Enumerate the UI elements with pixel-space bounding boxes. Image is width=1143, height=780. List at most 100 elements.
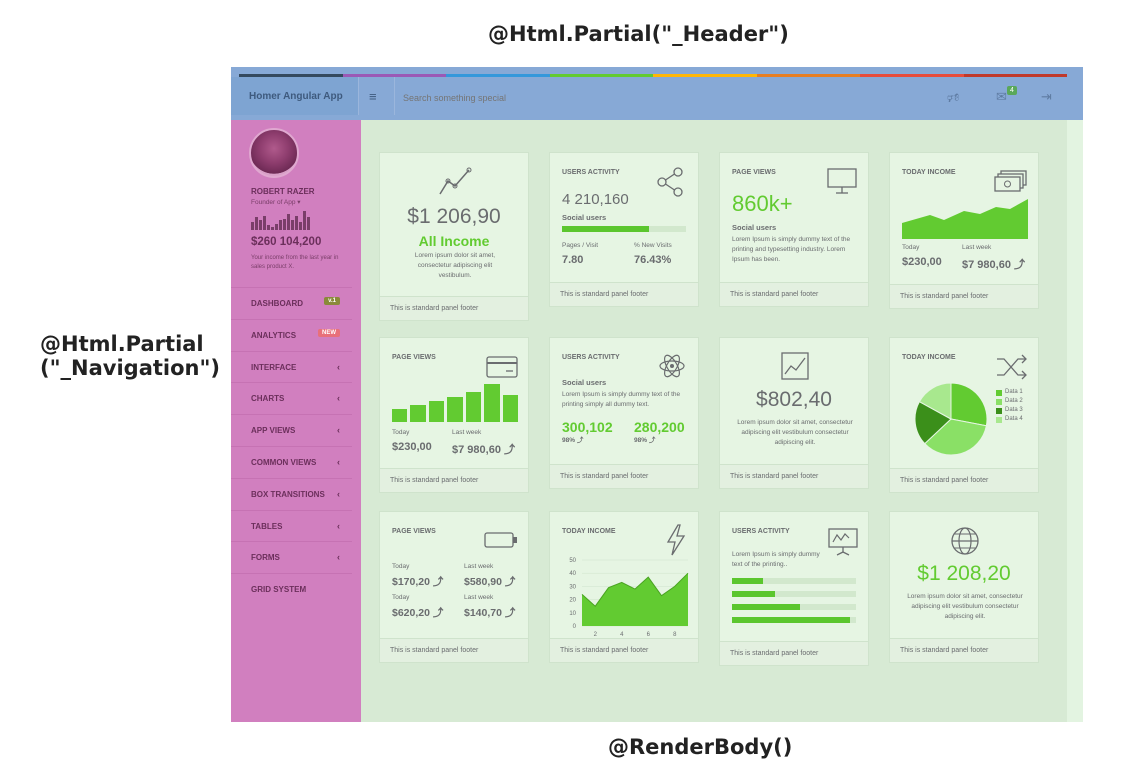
today-label: Today [392, 429, 410, 436]
panel-footer: This is standard panel footer [550, 282, 698, 306]
page-views-k2: Last week [464, 563, 494, 570]
income-text: Lorem ipsum dolor sit amet, consectetur … [414, 252, 496, 279]
sidebar-item-forms[interactable]: FORMS ‹ [231, 541, 352, 573]
sidebar-item-analytics[interactable]: ANALYTICS NEW [231, 318, 352, 351]
globe-icon [951, 527, 979, 555]
last-week-value: $7 980,60 ⤴ [452, 444, 515, 456]
sparkline-bar [303, 210, 306, 230]
users-activity-text: Lorem Ipsum is simply dummy text of the … [732, 551, 820, 568]
message-count-badge: 4 [1007, 86, 1017, 95]
pie-legend: Data 1 Data 2 Data 3 Data 4 [996, 388, 1023, 424]
header-partial-annotation: @Html.Partial("_Header") [488, 22, 789, 46]
chevron-left-icon: ‹ [337, 393, 340, 404]
sidebar-item-grid-system[interactable]: GRID SYSTEM [231, 573, 352, 605]
users-activity-text: Lorem Ipsum is simply dummy text of the … [562, 391, 681, 408]
sidebar-item-box-transitions[interactable]: BOX TRANSITIONS ‹ [231, 477, 352, 510]
panel-today-income-2: TODAY INCOME Data 1 Data 2 Data 3 Data 4 Th… [889, 337, 1039, 493]
panel-footer: This is standard panel footer [890, 638, 1038, 662]
last-week-label: Last week [452, 429, 482, 436]
legend-swatch [996, 416, 1002, 423]
legend-label: Data 3 [1005, 407, 1023, 413]
activity-progress-bar [732, 591, 856, 597]
lightning-icon [666, 524, 686, 556]
sidebar-item-app-views[interactable]: APP VIEWS ‹ [231, 414, 352, 446]
panel-footer: This is standard panel footer [380, 296, 528, 320]
income-area-line-chart: 504030201002 4 6 8 [569, 558, 689, 638]
sidebar-item-label: APP VIEWS [251, 426, 296, 436]
renderbody-annotation: @RenderBody() [608, 735, 793, 759]
line-chart-icon [781, 352, 809, 380]
sidebar-item-dashboard[interactable]: DASHBOARD v.1 [231, 287, 352, 319]
color-line-segment [860, 74, 964, 77]
income-pie-chart [914, 382, 988, 456]
atom-icon [659, 354, 685, 378]
profile-note: Your income from the last year in sales … [251, 255, 339, 270]
sparkline-bar [263, 215, 266, 230]
sidebar-item-common-views[interactable]: COMMON VIEWS ‹ [231, 446, 352, 478]
page-views-text: Lorem Ipsum is simply dummy text of the … [732, 236, 851, 263]
pie-slice [950, 382, 988, 427]
panel-footer: This is standard panel footer [720, 464, 868, 488]
brand-title[interactable]: Homer Angular App [231, 77, 359, 115]
presentation-icon [828, 528, 858, 556]
social-users-label: Social users [562, 213, 607, 222]
hamburger-icon[interactable]: ≡ [359, 77, 395, 115]
avatar[interactable] [249, 128, 299, 178]
page-views-v1: $170,20 ⤴ [392, 576, 444, 588]
credit-card-icon [486, 356, 518, 378]
panel-stat-802: $802,40 Lorem ipsum dolor sit amet, cons… [719, 337, 869, 489]
bar [410, 404, 426, 422]
panel-label: USERS ACTIVITY [732, 528, 790, 535]
users-number: 4 210,160 [562, 191, 629, 208]
sidebar-item-interface[interactable]: INTERFACE ‹ [231, 350, 352, 383]
envelope-icon[interactable]: ✉ [996, 89, 1007, 105]
stat-amount: $1 208,20 [917, 562, 1011, 585]
activity-progress-bar [732, 617, 856, 623]
color-line-segment [446, 74, 550, 77]
bar [428, 401, 445, 422]
panel-page-views-3: PAGE VIEWS Today Last week $170,20 ⤴ $580,9… [379, 511, 529, 663]
panel-stat-1208: $1 208,20 Lorem ipsum dolor sit amet, co… [889, 511, 1039, 663]
search-input[interactable] [403, 87, 903, 105]
sparkline-bar [267, 225, 270, 230]
panel-today-income-3: TODAY INCOME 50 40 30 20 10 0 2 4 6 8 This is sta… [549, 511, 699, 663]
navigation-partial-annotation: @Html.Partial ("_Navigation") [40, 332, 220, 380]
users-percent-1: 98% ⤴ [562, 437, 584, 444]
sparkline-bar [287, 214, 290, 230]
legend-item: Data 2 [996, 397, 1023, 406]
panel-label: USERS ACTIVITY [562, 169, 620, 176]
color-line-segment [653, 74, 757, 77]
page-views-v1: $620,20 ⤴ [392, 607, 444, 619]
sparkline-bar [295, 215, 298, 230]
profile-role-dropdown[interactable]: Founder of App ▾ [251, 198, 301, 206]
sidebar-item-charts[interactable]: CHARTS ‹ [231, 382, 352, 414]
sidebar-item-tables[interactable]: TABLES ‹ [231, 509, 352, 542]
panel-page-views-1: PAGE VIEWS 860k+ Social users Lorem Ipsu… [719, 152, 869, 307]
panel-footer: This is standard panel footer [720, 282, 868, 306]
megaphone-icon[interactable]: 🕫 [947, 89, 960, 111]
y-tick-label: 30 [569, 584, 576, 590]
last-week-value: $7 980,60 ⤴ [962, 259, 1025, 271]
shuffle-icon [997, 354, 1027, 380]
panel-users-activity-2: USERS ACTIVITY Social users Lorem Ipsum … [549, 337, 699, 489]
sidebar-item-label: COMMON VIEWS [251, 458, 317, 467]
sparkline-bar [291, 220, 294, 230]
legend-label: Data 2 [1005, 398, 1023, 404]
color-line-segment [756, 74, 860, 77]
sparkline-bar [251, 222, 254, 230]
sidebar-item-label: TABLES [251, 521, 283, 531]
income-area-chart [902, 199, 1028, 239]
last-week-label: Last week [962, 244, 992, 251]
panel-label: PAGE VIEWS [732, 169, 776, 176]
panel-all-income: $1 206,90 All Income Lorem ipsum dolor s… [379, 152, 529, 321]
battery-icon [484, 532, 517, 548]
nav-badge: v.1 [324, 297, 340, 305]
chevron-left-icon: ‹ [337, 552, 340, 563]
panel-footer: This is standard panel footer [720, 641, 868, 665]
panel-label: PAGE VIEWS [392, 528, 436, 535]
legend-item: Data 4 [996, 415, 1023, 424]
logout-icon[interactable]: ⇥ [1041, 89, 1052, 105]
content-scroll-strip [1067, 120, 1083, 722]
monitor-icon [827, 168, 857, 194]
sidebar-item-label: CHARTS [251, 394, 285, 404]
